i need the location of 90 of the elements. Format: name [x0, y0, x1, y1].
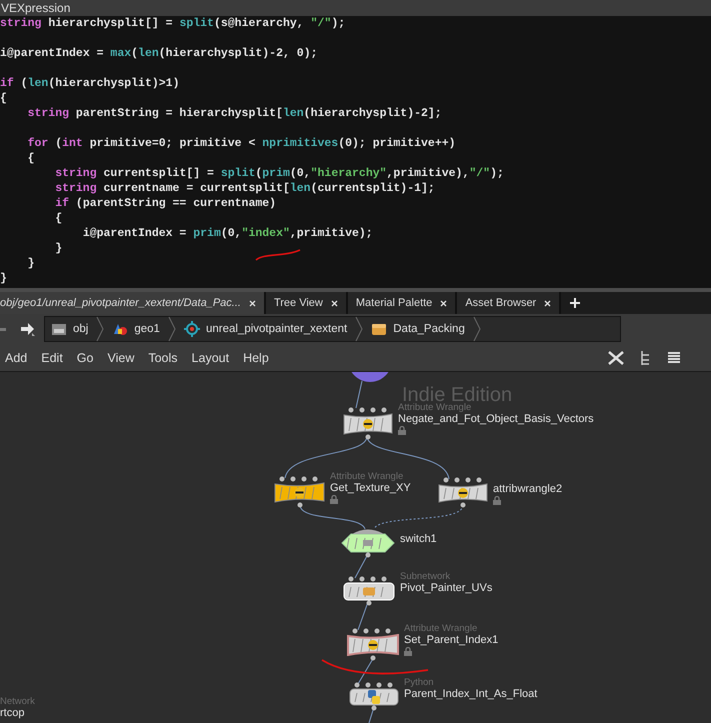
- code-line: string hierarchysplit[] = split(s@hierarchy, "/");: [0, 16, 346, 32]
- tab[interactable]: Asset Browser: [457, 292, 562, 314]
- node-type-label: Python: [404, 677, 434, 688]
- arrow-icon[interactable]: [20, 321, 36, 337]
- code-line: if (len(hierarchysplit)>1): [0, 76, 180, 91]
- list-icon[interactable]: [667, 350, 681, 366]
- node-type-label: Attribute Wrangle: [398, 402, 472, 413]
- clapper-icon: [51, 322, 67, 336]
- output-dot-icon: [366, 600, 372, 606]
- output-dot-icon: [370, 655, 376, 661]
- tools-icon[interactable]: [607, 350, 625, 366]
- node-type-label: Attribute Wrangle: [404, 623, 478, 634]
- code-line: {: [0, 91, 7, 106]
- output-dot-icon: [371, 705, 377, 711]
- output-dot-icon: [365, 552, 371, 558]
- code-line: string parentString = hierarchysplit[len(hierarchysplit)-2];: [28, 106, 442, 122]
- close-icon[interactable]: [330, 300, 338, 306]
- menu-item[interactable]: View: [107, 350, 134, 364]
- node-name: Negate_and_Fot_Object_Basis_Vectors: [398, 413, 594, 426]
- close-icon[interactable]: [544, 300, 552, 306]
- code-line: {: [28, 151, 34, 166]
- separator-icon: [96, 316, 104, 342]
- output-dot-icon: [296, 502, 302, 508]
- switch-cap-icon: [351, 528, 385, 534]
- add-tab-icon[interactable]: [569, 297, 582, 309]
- tab[interactable]: obj/geo1/unreal_pivotpainter_xextent/Data_Pac...: [0, 292, 266, 314]
- wrangle-node[interactable]: [347, 634, 399, 656]
- code-editor[interactable]: [0, 16, 711, 288]
- code-line: string currentsplit[] = split(prim(0,"hierarchy",primitive),"/");: [55, 166, 504, 181]
- box-icon: [371, 322, 388, 336]
- node-name: Parent_Index_Int_As_Float: [404, 688, 538, 701]
- wire: [300, 504, 366, 530]
- menu-item[interactable]: Edit: [41, 350, 63, 364]
- input-dots-icon: [443, 477, 483, 483]
- input-dots-icon: [279, 476, 319, 482]
- node-name: rtcop: [0, 707, 26, 720]
- subnet-node[interactable]: [343, 582, 395, 601]
- code-line: }: [0, 271, 7, 286]
- code-line: {: [55, 211, 62, 226]
- menu-item[interactable]: Go: [76, 350, 94, 364]
- code-line: i@parentIndex = max(len(hierarchysplit)-2, 0);: [0, 46, 318, 62]
- code-line: }: [28, 256, 34, 271]
- close-icon[interactable]: [440, 300, 448, 306]
- separator-icon: [168, 316, 176, 342]
- target-icon: [184, 321, 200, 337]
- node-type-label: Network: [0, 696, 35, 707]
- menu-item[interactable]: Tools: [148, 350, 178, 364]
- node-type-label: Subnetwork: [400, 571, 450, 582]
- lock-icon: [398, 426, 406, 435]
- wire: [358, 602, 368, 630]
- breadcrumb[interactable]: Data_Packing: [371, 316, 481, 342]
- tab[interactable]: Tree View: [266, 292, 348, 314]
- separator-icon: [355, 316, 364, 342]
- code-line: i@parentIndex = prim(0,"index",primitive);: [82, 226, 373, 241]
- separator-icon: [472, 316, 481, 342]
- lock-icon: [493, 496, 501, 505]
- python-node[interactable]: [349, 688, 399, 706]
- shapes-icon: [112, 322, 128, 336]
- code-line: string currentname = currentsplit[len(currentsplit)-1];: [55, 181, 435, 196]
- node-type-label: Attribute Wrangle: [330, 471, 404, 482]
- node-name: switch1: [400, 533, 437, 546]
- wrangle-node[interactable]: [343, 413, 393, 435]
- code-line: if (parentString == currentname): [55, 196, 276, 211]
- code-line: }: [55, 241, 62, 256]
- output-dot-icon: [365, 434, 371, 440]
- input-dots-icon: [348, 407, 388, 413]
- node-name: Get_Texture_XY: [330, 482, 411, 495]
- menu-item[interactable]: Layout: [192, 350, 230, 364]
- menu-item[interactable]: Add: [5, 350, 28, 364]
- panel-title: VEXpression: [1, 1, 70, 15]
- wire: [356, 380, 362, 408]
- wrangle-node[interactable]: [438, 483, 488, 503]
- breadcrumb[interactable]: unreal_pivotpainter_xextent: [184, 316, 364, 342]
- lock-icon: [330, 495, 338, 504]
- input-dots-icon: [348, 576, 388, 582]
- close-icon[interactable]: [248, 300, 256, 306]
- tab[interactable]: Material Palette: [348, 292, 458, 314]
- node-name: attribwrangle2: [493, 483, 562, 496]
- breadcrumb[interactable]: obj: [51, 316, 104, 342]
- wrangle-node[interactable]: [274, 482, 325, 503]
- code-line: for (int primitive=0; primitive < nprimitives(0); primitive++): [28, 136, 456, 151]
- output-dot-icon: [460, 502, 466, 508]
- breadcrumb[interactable]: geo1: [112, 316, 176, 342]
- node-name: Pivot_Painter_UVs: [400, 582, 492, 595]
- node-name: Set_Parent_Index1: [404, 634, 498, 647]
- lock-icon: [404, 647, 412, 656]
- input-dots-icon: [352, 628, 392, 634]
- switch-node[interactable]: [341, 533, 395, 553]
- input-dots-icon: [354, 682, 394, 688]
- menu-item[interactable]: Help: [243, 350, 269, 364]
